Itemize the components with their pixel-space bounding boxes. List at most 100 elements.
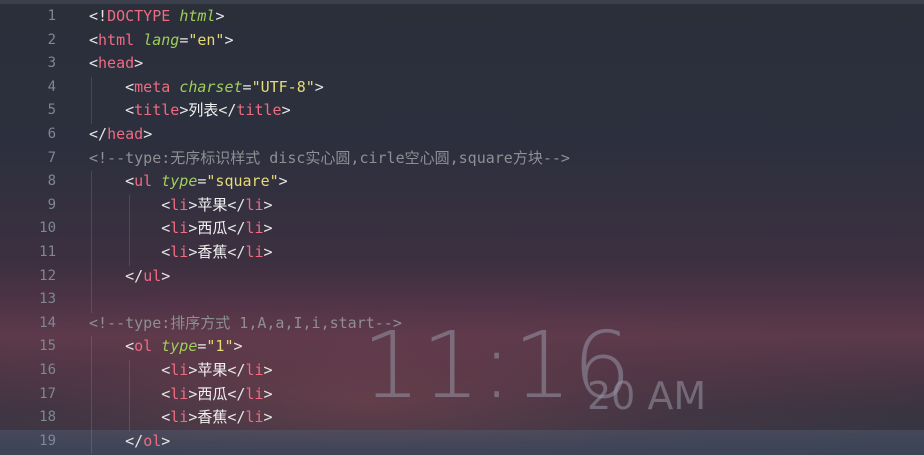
code-line[interactable]: <li>西瓜</li> [89,384,273,404]
code-token-punct: < [89,337,135,356]
code-token-attr: lang [143,30,180,49]
code-token-str: "square" [206,172,279,191]
code-token-attr: type [161,172,198,191]
code-token-tag: li [170,219,189,238]
code-token-punct: </ [227,384,246,403]
code-token-tag: meta [134,77,171,96]
code-token-attr: type [161,337,198,356]
code-token-punct: > [263,219,273,238]
code-token-text: 香蕉 [197,408,228,427]
code-token-tag: li [245,195,264,214]
code-token-punct: > [233,337,243,356]
code-token-tag: li [170,408,189,427]
code-line[interactable]: <li>苹果</li> [89,360,273,380]
code-line[interactable]: <title>列表</title> [89,100,291,120]
line-number: 15 [39,338,56,355]
line-number: 8 [47,173,56,190]
code-token-tag: ul [143,266,162,285]
code-line[interactable]: <ul type="square"> [89,171,288,191]
code-line[interactable]: <li>西瓜</li> [89,218,273,238]
code-token-tag: title [236,101,282,120]
code-token-tag: li [245,243,264,261]
code-token-tag: html [98,30,135,49]
code-token-punct: > [161,266,171,285]
code-token-punct: </ [218,101,237,120]
code-token-punct: < [89,77,135,96]
code-token-attr: charset [179,77,243,96]
code-token-punct: > [263,361,273,379]
code-line[interactable]: <li>香蕉</li> [89,242,273,262]
code-token-tag: li [245,219,264,238]
code-token-punct: </ [227,408,246,427]
code-token-tag: ol [143,431,162,450]
code-token-punct [152,172,161,190]
code-line[interactable]: <meta charset="UTF-8"> [89,77,324,97]
code-line[interactable]: </head> [89,124,152,144]
code-token-punct: </ [227,243,246,261]
code-token-punct: > [215,7,225,25]
line-number: 10 [39,220,56,237]
code-token-tag: li [170,384,189,403]
code-token-tag: li [245,384,264,403]
code-token-punct: < [89,54,99,73]
line-number-gutter: 1 2 3 4 5 6 7 8 9 10 11 12 13 14 15 16 17 18 19 [0,4,70,455]
code-token-attr: html [179,7,216,25]
line-number: 18 [39,409,56,426]
code-line[interactable]: <!--type:无序标识样式 disc实心圆,cirle空心圆,square方… [89,148,570,168]
code-line[interactable]: <!--type:排序方式 1,A,a,I,i,start--> [89,313,402,333]
code-token-punct [170,78,179,96]
code-token-punct: </ [89,125,108,143]
code-line[interactable]: <ol type="1"> [89,336,243,356]
code-token-punct: > [278,172,288,191]
code-line[interactable]: <html lang="en"> [89,30,234,50]
line-number: 9 [47,196,56,213]
code-token-punct: < [89,101,135,120]
code-token-punct: > [263,195,273,214]
line-number: 11 [39,244,56,260]
code-token-punct: > [134,54,144,73]
code-token-punct: > [263,384,273,403]
code-token-punct: > [263,243,273,261]
code-token-tag: ol [134,337,153,356]
indent-guide [129,360,130,431]
code-token-punct: </ [89,266,144,285]
code-token-tag: li [170,243,189,261]
code-token-punct: > [179,101,189,120]
line-number: 16 [39,362,56,378]
code-token-text: 西瓜 [197,384,228,403]
code-token-text: 苹果 [197,195,228,214]
code-token-punct: > [281,101,291,120]
code-token-punct [134,31,143,49]
code-token-tag: li [245,361,264,379]
indent-guide [129,194,130,266]
code-token-tag: li [245,408,264,427]
code-token-punct [152,337,161,355]
code-token-tag: title [134,101,180,120]
code-token-punct: </ [227,195,246,214]
code-line[interactable]: <li>香蕉</li> [89,407,272,427]
editor-top-border [0,0,924,4]
code-token-text: 香蕉 [197,243,228,261]
code-token-text: 列表 [188,101,219,120]
line-number: 12 [39,267,56,284]
indent-guide [91,76,92,124]
code-token-punct: </ [227,361,246,379]
code-token-comment: <!--type:排序方式 1,A,a,I,i,start--> [89,313,402,332]
line-number: 17 [39,385,56,402]
code-token-punct: > [161,431,171,450]
code-line[interactable]: <!DOCTYPE html> [89,6,224,26]
code-token-punct: < [89,172,135,191]
code-line[interactable]: </ul> [89,266,170,286]
line-number: 5 [47,102,56,119]
code-token-tag: ul [134,172,153,191]
code-line[interactable]: </ol> [89,431,170,451]
line-number: 2 [47,31,56,48]
code-token-punct: </ [89,431,144,450]
code-line[interactable]: <head> [89,53,143,73]
line-number: 14 [39,314,56,331]
code-token-str: "1" [206,337,234,356]
line-number: 7 [47,149,56,166]
code-line[interactable]: <li>苹果</li> [89,195,273,215]
code-token-punct: <! [89,7,108,25]
indent-guide [91,336,92,455]
